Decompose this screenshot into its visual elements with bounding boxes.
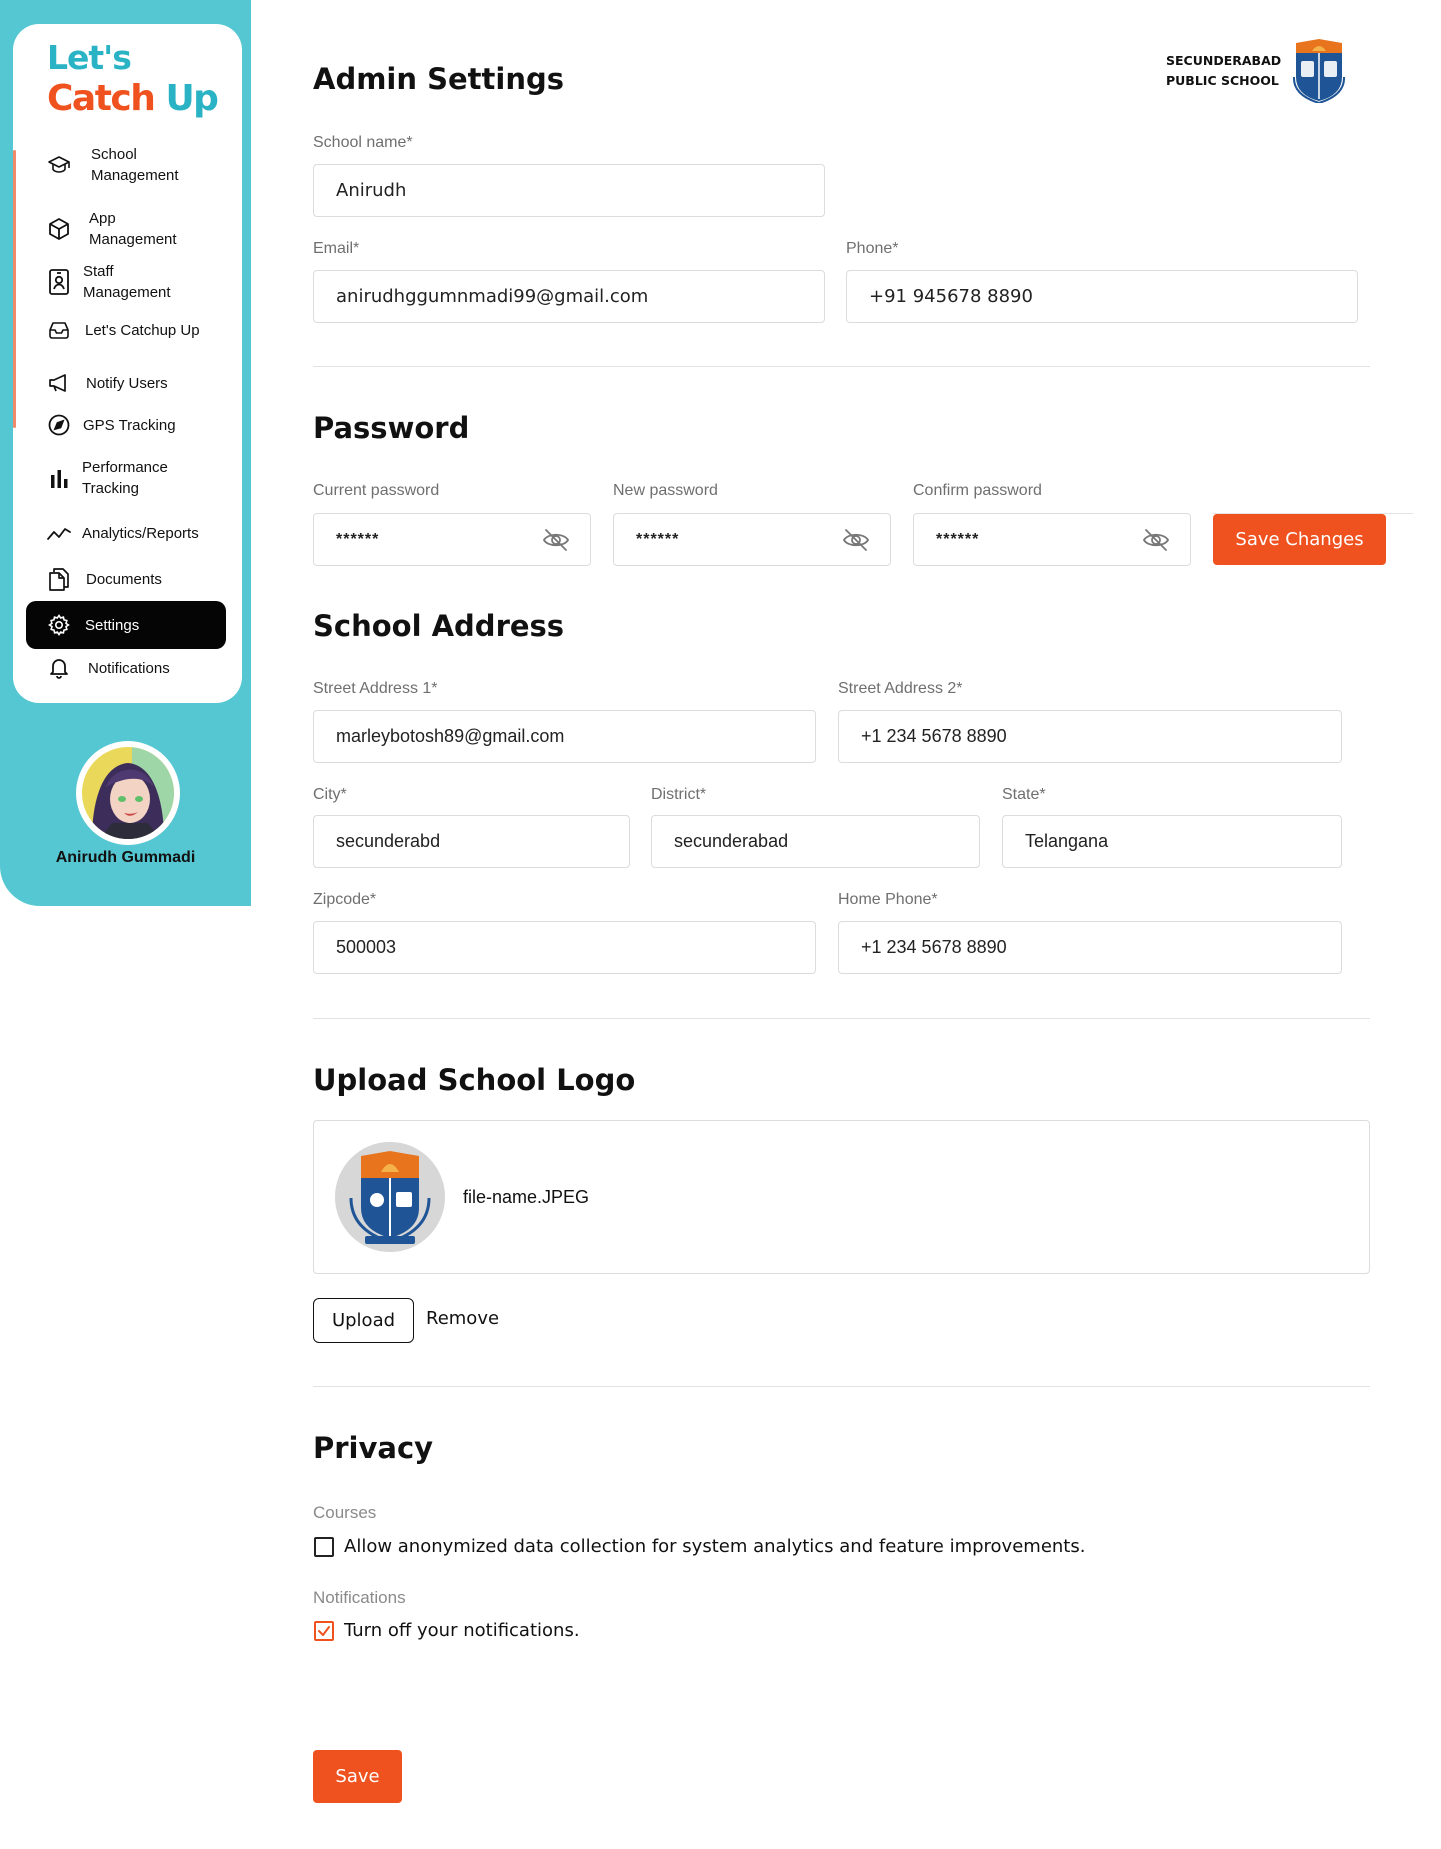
new-password-field	[613, 513, 891, 566]
avatar[interactable]	[76, 741, 180, 845]
app-logo-line2: Catch Up	[47, 78, 219, 119]
bell-icon	[46, 655, 72, 681]
cube-icon	[46, 216, 72, 242]
remove-button[interactable]: Remove	[426, 1308, 499, 1329]
home-phone-label: Home Phone*	[838, 891, 938, 908]
street2-input[interactable]	[838, 710, 1342, 763]
address-section-title: School Address	[313, 609, 565, 643]
sidebar-item-notify-users[interactable]: Notify Users	[26, 363, 226, 403]
state-input[interactable]	[1002, 815, 1342, 868]
bar-chart-icon	[46, 465, 72, 491]
school-name-label: School name*	[313, 134, 413, 151]
sidebar-item-label: Performance Tracking	[82, 459, 168, 497]
id-badge-icon	[46, 269, 72, 295]
sidebar-item-gps-tracking[interactable]: GPS Tracking	[26, 405, 226, 445]
eye-off-icon[interactable]	[542, 527, 570, 553]
password-section-title: Password	[313, 411, 470, 445]
gear-icon	[46, 612, 72, 638]
app-logo-up: Up	[165, 78, 219, 119]
new-password-label: New password	[613, 482, 718, 499]
graduation-cap-icon	[46, 152, 72, 178]
user-name: Anirudh Gummadi	[55, 849, 196, 866]
sidebar-item-label: Staff Management	[83, 263, 171, 301]
city-input[interactable]	[313, 815, 630, 868]
district-label: District*	[651, 786, 707, 803]
trend-line-icon	[46, 520, 72, 546]
inbox-icon	[46, 317, 72, 343]
notifications-label: Notifications	[313, 1588, 406, 1607]
sidebar-item-settings[interactable]: Settings	[26, 601, 226, 649]
current-password-field	[313, 513, 591, 566]
privacy-section-title: Privacy	[313, 1431, 434, 1465]
confirm-password-label: Confirm password	[913, 482, 1042, 499]
street2-label: Street Address 2*	[838, 680, 963, 697]
email-label: Email*	[313, 240, 360, 257]
street1-input[interactable]	[313, 710, 816, 763]
sidebar-item-documents[interactable]: Documents	[26, 559, 226, 599]
current-password-label: Current password	[313, 482, 440, 499]
logo-section-title: Upload School Logo	[313, 1063, 636, 1097]
confirm-password-field	[913, 513, 1191, 566]
school-brand-name: SECUNDERABAD PUBLIC SCHOOL	[1166, 53, 1282, 88]
sidebar-item-performance-tracking[interactable]: Performance Tracking	[26, 452, 226, 504]
sidebar-item-label: GPS Tracking	[83, 416, 176, 434]
zipcode-label: Zipcode*	[313, 891, 377, 908]
confirm-password-input[interactable]	[914, 514, 1134, 565]
analytics-consent-label: Allow anonymized data collection for sys…	[344, 1536, 1086, 1557]
home-phone-input[interactable]	[838, 921, 1342, 974]
app-logo-line1: Let's	[47, 38, 132, 77]
sidebar-item-label: Notifications	[88, 659, 170, 677]
sidebar-item-label: App Management	[89, 210, 177, 248]
email-input[interactable]	[313, 270, 825, 323]
zipcode-input[interactable]	[313, 921, 816, 974]
sidebar-scroll-indicator	[13, 150, 16, 428]
app-logo-catch: Catch	[47, 78, 156, 119]
eye-off-icon[interactable]	[842, 527, 870, 553]
documents-icon	[46, 566, 72, 592]
sidebar-item-label: Notify Users	[86, 374, 168, 392]
notifications-off-label: Turn off your notifications.	[344, 1620, 580, 1641]
page-title: Admin Settings	[313, 62, 564, 96]
sidebar-item-app-management[interactable]: App Management	[26, 204, 226, 254]
sidebar-item-label: Let's Catchup Up	[85, 321, 200, 339]
checkmark-icon	[318, 1626, 330, 1636]
current-password-input[interactable]	[314, 514, 534, 565]
section-divider	[313, 1386, 1370, 1387]
phone-label: Phone*	[846, 240, 899, 257]
megaphone-icon	[46, 370, 72, 396]
city-label: City*	[313, 786, 347, 803]
sidebar-item-school-management[interactable]: School Management	[26, 140, 226, 190]
compass-icon	[46, 412, 72, 438]
courses-label: Courses	[313, 1503, 377, 1522]
sidebar-item-analytics-reports[interactable]: Analytics/Reports	[26, 513, 226, 553]
district-input[interactable]	[651, 815, 980, 868]
street1-label: Street Address 1*	[313, 680, 438, 697]
logo-upload-box[interactable]: file-name.JPEG	[313, 1120, 1370, 1274]
notifications-off-checkbox[interactable]	[314, 1621, 334, 1641]
sidebar-item-label: School Management	[91, 146, 179, 184]
analytics-consent-checkbox[interactable]	[314, 1537, 334, 1557]
sidebar-item-label: Documents	[86, 570, 162, 588]
sidebar-item-notifications[interactable]: Notifications	[26, 648, 226, 688]
upload-button[interactable]: Upload	[313, 1298, 414, 1343]
section-divider	[313, 366, 1370, 367]
school-crest-icon	[1292, 39, 1346, 103]
save-changes-button[interactable]: Save Changes	[1213, 514, 1386, 565]
sidebar-item-lets-catchup-up[interactable]: Let's Catchup Up	[26, 310, 226, 350]
school-logo-preview	[335, 1142, 445, 1252]
state-label: State*	[1002, 786, 1046, 803]
sidebar-item-label: Analytics/Reports	[82, 524, 199, 542]
section-divider	[313, 1018, 1370, 1019]
save-button[interactable]: Save	[313, 1750, 402, 1803]
school-name-input[interactable]	[313, 164, 825, 217]
eye-off-icon[interactable]	[1142, 527, 1170, 553]
new-password-input[interactable]	[614, 514, 834, 565]
file-name: file-name.JPEG	[463, 1187, 590, 1207]
phone-input[interactable]	[846, 270, 1358, 323]
sidebar-item-staff-management[interactable]: Staff Management	[26, 257, 226, 307]
sidebar-item-label: Settings	[85, 616, 140, 634]
avatar-image	[82, 747, 174, 839]
